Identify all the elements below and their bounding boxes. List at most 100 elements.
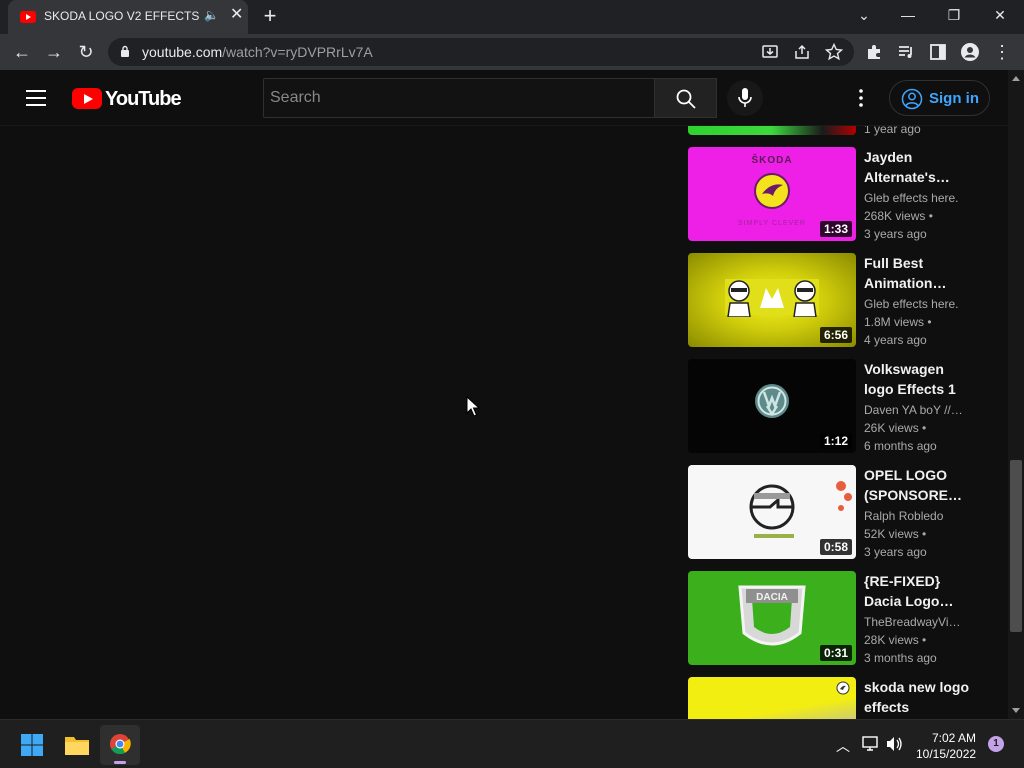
install-app-icon[interactable] [760, 42, 780, 62]
lock-icon[interactable] [120, 45, 130, 57]
voice-search-button[interactable] [727, 80, 763, 116]
skoda-logo-icon [754, 173, 790, 209]
upload-age: 3 years ago [864, 227, 927, 241]
browser-toolbar: ← → ↻ youtube.com/watch?v=ryDVPRrLv7A ⋮ [0, 34, 1024, 70]
video-thumbnail[interactable]: 6:56 [688, 253, 856, 347]
video-title[interactable]: {RE-FIXED} Dacia Logo… [864, 571, 968, 611]
thumbnail-caption-bar [754, 534, 794, 538]
account-circle-icon [901, 88, 923, 110]
file-explorer-button[interactable] [56, 725, 96, 765]
view-count: 28K views • [864, 633, 927, 647]
upload-age: 3 years ago [864, 545, 927, 559]
back-arrow-icon[interactable]: ← [10, 40, 34, 64]
video-title[interactable]: Jayden Alternate's… [864, 147, 968, 187]
video-thumbnail[interactable]: DACIA 0:31 [688, 571, 856, 665]
address-bar[interactable]: youtube.com/watch?v=ryDVPRrLv7A [108, 38, 854, 66]
show-hidden-icons-chevron-icon[interactable]: ︿ [836, 736, 850, 756]
media-control-icon[interactable] [896, 42, 916, 62]
video-thumbnail[interactable]: 0:58 [688, 465, 856, 559]
chrome-taskbar-button[interactable] [100, 725, 140, 765]
view-count: 1.8M views • [864, 315, 932, 329]
video-title[interactable]: Full Best Animation… [864, 253, 968, 293]
network-icon[interactable] [862, 736, 880, 752]
view-count: 52K views • [864, 527, 927, 541]
restore-button[interactable]: ❐ [934, 4, 974, 26]
clock-date: 10/15/2022 [916, 747, 977, 761]
profile-avatar-icon[interactable] [960, 42, 980, 62]
thumbnail-brand-text: ŠKODA [751, 155, 793, 166]
url-text: youtube.com/watch?v=ryDVPRrLv7A [142, 44, 373, 60]
search-box[interactable] [263, 78, 655, 118]
view-count: 268K views • [864, 209, 933, 223]
video-duration: 1:12 [819, 433, 852, 449]
windows-logo-icon [21, 734, 43, 756]
search-icon [676, 89, 696, 109]
video-thumbnail[interactable]: 1:12 [688, 359, 856, 453]
video-thumbnail-partial[interactable] [688, 126, 856, 135]
youtube-play-icon [72, 88, 102, 109]
video-duration: 1:33 [819, 221, 852, 237]
recommended-video[interactable]: skoda new logo effects [688, 677, 988, 719]
side-panel-icon[interactable] [928, 42, 948, 62]
skoda-small-logo-icon [836, 681, 850, 695]
recommended-video[interactable]: 0:58 OPEL LOGO (SPONSORED… Ralph Robledo … [688, 465, 988, 561]
scroll-down-arrow-icon[interactable] [1012, 708, 1020, 713]
tab-close-icon[interactable]: ✕ [230, 6, 243, 24]
video-duration: 6:56 [819, 327, 852, 343]
folder-icon [65, 737, 89, 755]
dacia-logo-icon: DACIA [738, 585, 806, 646]
search-button[interactable] [655, 78, 717, 118]
hamburger-menu-icon[interactable] [26, 90, 46, 106]
vw-logo-icon [755, 384, 789, 418]
chrome-icon [110, 734, 131, 755]
opel-logo-icon [749, 484, 795, 530]
view-count: 26K views • [864, 421, 927, 435]
bookmark-star-icon[interactable] [824, 42, 844, 62]
video-age-partial: 1 year ago [864, 126, 921, 136]
upload-age: 4 years ago [864, 333, 927, 347]
channel-name[interactable]: Gleb effects here. [864, 191, 964, 205]
colonel-face-icon [727, 280, 751, 317]
channel-name[interactable]: Gleb effects here. [864, 297, 964, 311]
scroll-up-arrow-icon[interactable] [1012, 76, 1020, 81]
youtube-wordmark: YouTube [105, 88, 182, 110]
start-button[interactable] [12, 725, 52, 765]
search-input[interactable] [264, 79, 654, 117]
minimize-button[interactable]: — [888, 4, 928, 26]
reload-icon[interactable]: ↻ [74, 40, 98, 64]
recommended-video[interactable]: 1:12 Volkswagen logo Effects 1 Daven YA b… [688, 359, 988, 455]
recommended-video[interactable]: 6:56 Full Best Animation… Gleb effects he… [688, 253, 988, 349]
tab-title: SKODA LOGO V2 EFFECTS S [44, 9, 200, 23]
volume-icon[interactable] [886, 736, 904, 752]
browser-tab-active[interactable]: SKODA LOGO V2 EFFECTS S 🔈 ✕ [8, 0, 248, 34]
youtube-logo[interactable]: YouTube [72, 88, 182, 110]
recommended-video[interactable]: ŠKODA SIMPLY CLEVER 1:33 Jayden Alternate… [688, 147, 988, 243]
recommended-video[interactable]: DACIA 0:31 {RE-FIXED} Dacia Logo… TheBrea… [688, 571, 988, 667]
more-options-icon[interactable] [852, 88, 870, 108]
share-icon[interactable] [792, 42, 812, 62]
video-thumbnail[interactable]: ŠKODA SIMPLY CLEVER 1:33 [688, 147, 856, 241]
tab-search-chevron-icon[interactable]: ⌄ [844, 4, 884, 26]
channel-name[interactable]: TheBreadwayVid… [864, 615, 964, 629]
video-title[interactable]: skoda new logo effects [864, 677, 974, 717]
page-scrollbar[interactable] [1008, 70, 1024, 719]
chrome-menu-icon[interactable]: ⋮ [990, 40, 1014, 64]
scrollbar-thumb[interactable] [1010, 460, 1022, 632]
sign-in-button[interactable]: Sign in [889, 80, 990, 116]
browser-tab-strip: SKODA LOGO V2 EFFECTS S 🔈 ✕ + ⌄ — ❐ ✕ [0, 0, 1024, 34]
speaker-muted-icon[interactable]: 🔈 [204, 8, 219, 22]
channel-name[interactable]: Daven YA boY // … [864, 403, 964, 417]
extensions-puzzle-icon[interactable] [864, 42, 884, 62]
upload-age: 6 months ago [864, 439, 937, 453]
taskbar-clock[interactable]: 7:02 AM 10/15/2022 [916, 730, 976, 762]
forward-arrow-icon[interactable]: → [42, 40, 66, 64]
video-title[interactable]: Volkswagen logo Effects 1 [864, 359, 968, 399]
video-title[interactable]: OPEL LOGO (SPONSORED… [864, 465, 968, 505]
channel-name[interactable]: Ralph Robledo [864, 509, 964, 523]
window-close-button[interactable]: ✕ [980, 4, 1020, 26]
upload-age: 3 months ago [864, 651, 937, 665]
video-thumbnail[interactable] [688, 677, 856, 719]
clock-time: 7:02 AM [931, 731, 976, 745]
notification-badge[interactable]: 1 [988, 736, 1004, 752]
new-tab-button[interactable]: + [258, 4, 282, 28]
